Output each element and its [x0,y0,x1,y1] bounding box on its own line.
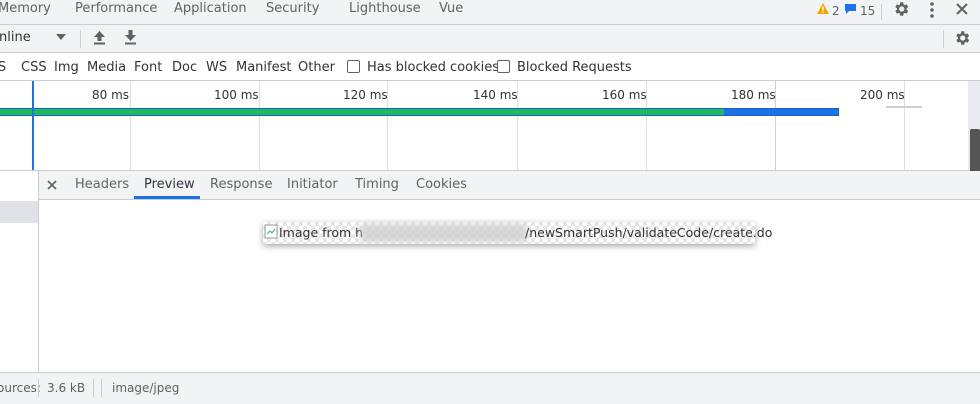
warning-count: 2 [832,4,840,18]
image-alt-text-suffix: /newSmartPush/validateCode/create.do [525,225,773,240]
timeline-tick-label: 100 ms [214,88,259,102]
status-divider [101,379,102,397]
network-settings-gear-icon[interactable] [953,29,971,47]
resource-type-filters: JS CSS Img Media Font Doc WS Manifest Ot… [0,53,980,81]
filter-js[interactable]: JS [0,60,6,75]
toolbar-divider [80,30,81,48]
tab-performance[interactable]: Performance [75,1,157,16]
dropdown-arrow-icon[interactable] [56,34,66,41]
tab-initiator[interactable]: Initiator [287,177,338,192]
close-detail-icon[interactable] [47,180,57,190]
image-alt-text-prefix: Image from h [279,225,364,240]
filter-font[interactable]: Font [134,60,162,75]
mime-type: image/jpeg [112,381,180,395]
blurred-url-region [361,224,527,242]
import-har-icon[interactable] [93,30,106,45]
blocked-cookies-label: Has blocked cookies [367,60,500,75]
timeline-tick-label: 160 ms [602,88,647,102]
network-overview-timeline[interactable]: 80 ms 100 ms 120 ms 140 ms 160 ms 180 ms… [0,81,980,187]
throttling-select[interactable]: nline [0,30,31,45]
timeline-marker-line [32,81,34,170]
export-har-icon[interactable] [124,30,137,45]
timeline-gridline [130,81,131,170]
filter-css[interactable]: CSS [21,60,47,75]
tab-security[interactable]: Security [266,1,319,16]
tab-preview[interactable]: Preview [144,177,195,192]
timeline-tick-label: 180 ms [731,88,776,102]
status-divider [93,379,94,397]
resources-label: ources: [0,381,41,395]
tab-cookies[interactable]: Cookies [416,177,467,192]
tab-response[interactable]: Response [210,177,272,192]
devtools-panel-tabs: Memory Performance Application Security … [0,0,980,25]
selected-request-row[interactable] [0,201,38,223]
toolbar-divider [943,30,944,48]
issues-counter[interactable]: 2 15 [814,0,878,20]
tab-timing[interactable]: Timing [355,177,399,192]
warning-icon [817,3,829,14]
broken-image-icon [264,224,278,239]
tab-memory[interactable]: Memory [0,1,51,16]
more-options-icon[interactable] [926,1,938,19]
timeline-tick-label: 80 ms [92,88,130,102]
timeline-tick-label: 120 ms [343,88,388,102]
filter-manifest[interactable]: Manifest [236,60,291,75]
timeline-tick-label: 200 ms [860,88,905,102]
filter-img[interactable]: Img [54,60,79,75]
settings-gear-icon[interactable] [892,0,910,18]
tab-vue[interactable]: Vue [439,1,463,16]
timeline-tick-label: 140 ms [473,88,518,102]
request-list-pane[interactable] [0,171,39,372]
network-summary-bar: ources: 3.6 kB image/jpeg [0,372,980,404]
image-size: 3.6 kB [47,381,86,395]
toolbar-divider [881,4,882,20]
close-devtools-icon[interactable] [955,2,969,16]
tab-lighthouse[interactable]: Lighthouse [349,1,421,16]
status-divider [38,379,39,397]
blocked-requests-checkbox[interactable] [497,60,510,73]
network-toolbar: nline [0,25,980,53]
image-preview: Image from h /newSmartPush/validateCode/… [263,222,772,244]
timeline-gridline [259,81,260,170]
active-tab-indicator [134,196,200,199]
timeline-range-mark [886,106,922,108]
tab-application[interactable]: Application [174,1,247,16]
tab-headers[interactable]: Headers [75,177,129,192]
preview-panel: Image from h /newSmartPush/validateCode/… [39,200,980,372]
request-detail-tabs: Headers Preview Response Initiator Timin… [39,171,980,200]
blocked-requests-label: Blocked Requests [517,60,632,75]
filter-media[interactable]: Media [87,60,126,75]
filter-doc[interactable]: Doc [172,60,197,75]
message-icon [845,4,856,14]
request-timing-bar-waiting [0,109,724,115]
filter-ws[interactable]: WS [206,60,227,75]
filter-other[interactable]: Other [298,60,335,75]
message-count: 15 [860,4,876,18]
blocked-cookies-checkbox[interactable] [347,60,360,73]
